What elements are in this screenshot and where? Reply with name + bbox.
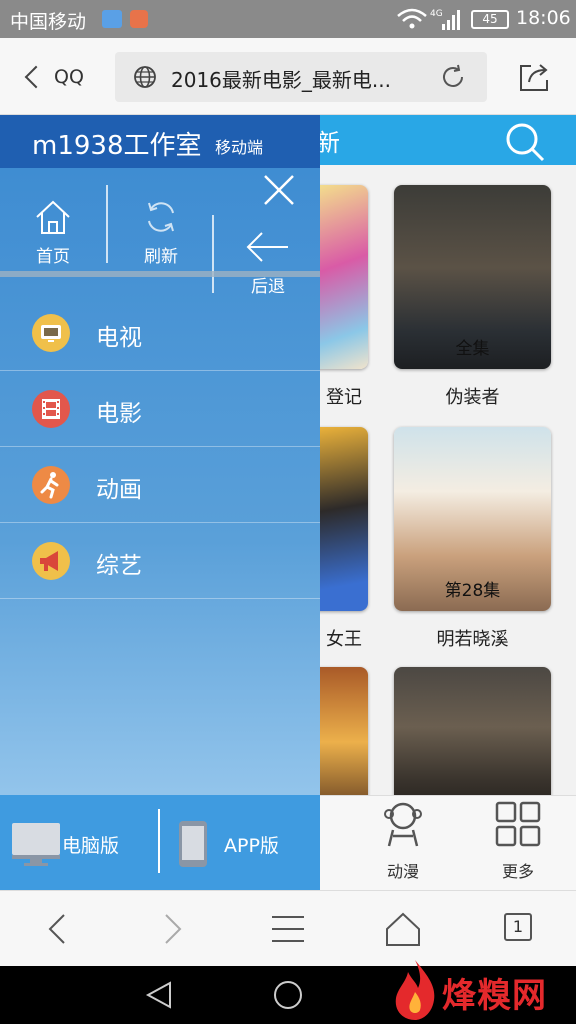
drawer-header: m1938工作室 移动端 bbox=[0, 115, 320, 168]
home-icon[interactable] bbox=[383, 909, 423, 949]
app-version-button[interactable]: APP版 bbox=[178, 817, 279, 871]
movie-poster[interactable] bbox=[320, 185, 368, 369]
movie-title[interactable]: 女王 bbox=[320, 625, 374, 651]
divider bbox=[158, 809, 160, 873]
movie-title[interactable]: 登记 bbox=[320, 383, 374, 409]
menu-item-animation[interactable]: 动画 bbox=[0, 447, 320, 523]
nav-home-icon[interactable] bbox=[272, 979, 304, 1011]
globe-icon bbox=[134, 66, 156, 88]
menu-icon[interactable] bbox=[268, 909, 308, 949]
close-icon[interactable] bbox=[262, 173, 296, 207]
drawer-menu: 电视 电影 动画 综艺 bbox=[0, 295, 320, 599]
running-icon bbox=[32, 466, 70, 504]
megaphone-icon bbox=[32, 542, 70, 580]
status-bar: 中国移动 4G 45 18:06 bbox=[0, 0, 576, 38]
url-text: 2016最新电影_最新电... bbox=[171, 68, 391, 92]
page-header: 新 bbox=[320, 115, 576, 165]
divider bbox=[212, 215, 214, 293]
carrier-name: 中国移动 bbox=[10, 11, 87, 33]
back-icon[interactable] bbox=[38, 909, 78, 949]
page-bottom-tabs: 动漫 更多 bbox=[320, 795, 576, 890]
grid-icon bbox=[495, 801, 541, 847]
drawer-footer: 电脑版 APP版 bbox=[0, 795, 320, 890]
home-label: 首页 bbox=[36, 247, 70, 267]
monitor-icon bbox=[12, 823, 60, 866]
tab-more[interactable]: 更多 bbox=[478, 800, 558, 882]
movie-title[interactable]: 伪装者 bbox=[394, 383, 551, 409]
menu-item-tv[interactable]: 电视 bbox=[0, 295, 320, 371]
mail-notification-icon bbox=[130, 10, 148, 28]
back-to-qq-button[interactable]: QQ bbox=[22, 60, 84, 94]
movie-poster[interactable]: 第28集 bbox=[394, 427, 551, 611]
watermark-text: 烽糗网 bbox=[442, 976, 547, 1016]
clock: 18:06 bbox=[516, 7, 571, 29]
back-button[interactable]: 后退 bbox=[236, 227, 300, 297]
back-label: QQ bbox=[54, 66, 84, 88]
browser-address-bar: QQ 2016最新电影_最新电... bbox=[0, 38, 576, 115]
home-button[interactable]: 首页 bbox=[22, 197, 84, 267]
tab-count: 1 bbox=[504, 913, 532, 941]
menu-item-variety[interactable]: 综艺 bbox=[0, 523, 320, 599]
refresh-icon bbox=[148, 202, 174, 232]
phone-icon bbox=[179, 821, 207, 867]
menu-label: 动画 bbox=[96, 477, 142, 503]
tab-anime-label: 动漫 bbox=[386, 862, 419, 881]
menu-item-movie[interactable]: 电影 bbox=[0, 371, 320, 447]
episode-label: 第28集 bbox=[444, 581, 501, 601]
signal-icon: 4G bbox=[397, 8, 460, 30]
notification-app-icon bbox=[102, 10, 122, 28]
share-icon[interactable] bbox=[517, 60, 551, 94]
url-field[interactable]: 2016最新电影_最新电... bbox=[115, 52, 487, 102]
movie-poster[interactable] bbox=[320, 427, 368, 611]
movie-poster[interactable]: 全集 bbox=[394, 185, 551, 369]
web-page-content: 新 登记 全集 伪装者 女王 第28集 明若晓溪 动漫 更多 bbox=[320, 115, 576, 890]
watermark-logo: 烽糗网 bbox=[390, 958, 570, 1022]
movie-title[interactable]: 明若晓溪 bbox=[394, 625, 551, 651]
site-subtitle: 移动端 bbox=[215, 138, 264, 157]
side-drawer: m1938工作室 移动端 首页 刷新 后退 电视 电影 动画 综艺 电脑版 AP… bbox=[0, 115, 320, 890]
tv-icon bbox=[32, 314, 70, 352]
pc-version-button[interactable]: 电脑版 bbox=[10, 817, 119, 871]
browser-toolbar: 1 bbox=[0, 890, 576, 966]
divider bbox=[106, 185, 108, 263]
film-icon bbox=[32, 390, 70, 428]
tabs-button[interactable]: 1 bbox=[498, 909, 538, 949]
episode-label: 全集 bbox=[455, 339, 490, 359]
menu-label: 综艺 bbox=[96, 553, 142, 579]
app-version-label: APP版 bbox=[224, 834, 279, 857]
refresh-label: 刷新 bbox=[144, 247, 178, 267]
back-label-drawer: 后退 bbox=[251, 277, 285, 297]
tab-anime[interactable]: 动漫 bbox=[363, 800, 443, 882]
refresh-button[interactable]: 刷新 bbox=[130, 197, 192, 267]
page-header-title: 新 bbox=[320, 129, 340, 157]
monkey-icon bbox=[384, 802, 422, 847]
home-icon bbox=[36, 200, 70, 234]
site-name: m1938工作室 bbox=[32, 131, 202, 161]
flame-icon bbox=[395, 960, 435, 1020]
svg-text:4G: 4G bbox=[430, 9, 443, 19]
battery-indicator: 45 bbox=[471, 10, 509, 29]
reload-icon[interactable] bbox=[439, 63, 467, 91]
menu-label: 电影 bbox=[96, 401, 142, 427]
chevron-left-icon bbox=[24, 65, 48, 89]
nav-back-icon[interactable] bbox=[144, 980, 176, 1010]
forward-icon[interactable] bbox=[152, 909, 192, 949]
tab-more-label: 更多 bbox=[501, 862, 534, 881]
menu-label: 电视 bbox=[96, 325, 142, 351]
search-icon[interactable] bbox=[503, 120, 547, 164]
pc-version-label: 电脑版 bbox=[62, 834, 120, 857]
arrow-left-icon bbox=[246, 232, 288, 262]
